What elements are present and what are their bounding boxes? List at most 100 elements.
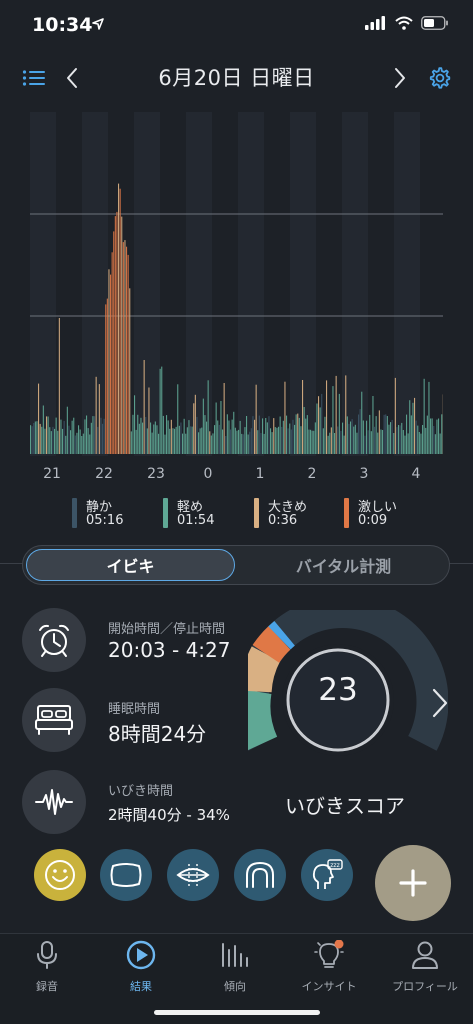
remedy-mouth-button[interactable] xyxy=(167,849,219,901)
chart-bar xyxy=(422,425,424,454)
plus-icon xyxy=(399,869,427,897)
stat-value: 2時間40分 - 34% xyxy=(108,806,230,824)
chart-bar xyxy=(199,428,201,454)
remedy-mouthguard-button[interactable] xyxy=(234,849,286,901)
chart-bar xyxy=(186,427,188,454)
chart-bar xyxy=(222,429,224,454)
chart-bar xyxy=(78,425,80,454)
chart-bar xyxy=(38,383,40,454)
chart-bar xyxy=(191,426,193,454)
snore-timeline-chart xyxy=(30,112,443,456)
chevron-right-icon xyxy=(395,68,405,88)
chart-bar xyxy=(126,246,128,454)
chart-bar xyxy=(247,434,249,454)
tab-results[interactable]: 結果 xyxy=(96,940,186,1000)
chart-bar xyxy=(298,417,300,454)
chart-bar xyxy=(92,416,94,454)
chart-bar xyxy=(367,430,369,454)
chart-bar xyxy=(383,414,385,454)
chart-bar xyxy=(158,433,160,454)
chart-bar xyxy=(52,426,54,454)
head-zzz-icon: zzz xyxy=(312,859,343,889)
chart-bar xyxy=(103,418,105,454)
chart-bar xyxy=(217,420,219,454)
chart-bar xyxy=(70,430,72,454)
chart-bar xyxy=(212,433,214,454)
chart-bar xyxy=(60,419,62,454)
chart-bar xyxy=(228,420,230,454)
chart-bar xyxy=(258,415,260,454)
home-indicator xyxy=(154,1010,320,1015)
snore-score-gauge[interactable]: 23 xyxy=(236,596,449,760)
chart-bar xyxy=(418,432,420,454)
tab-trends[interactable]: 傾向 xyxy=(190,940,280,1000)
chart-bar xyxy=(106,298,108,454)
chart-bar xyxy=(82,433,84,454)
location-arrow-icon xyxy=(92,18,104,30)
chart-bar xyxy=(262,418,264,454)
chart-bar xyxy=(382,430,384,454)
chart-hour-band xyxy=(134,112,160,456)
chart-bar xyxy=(441,414,443,454)
chart-bar xyxy=(42,405,44,454)
chart-bar xyxy=(170,419,172,454)
svg-text:zzz: zzz xyxy=(330,862,339,869)
chart-bar xyxy=(394,377,396,454)
chart-bar xyxy=(415,420,417,454)
chart-bar xyxy=(434,434,436,454)
chart-bar xyxy=(134,395,136,454)
add-remedy-button[interactable] xyxy=(375,845,451,921)
chart-bar xyxy=(162,415,164,454)
chart-bar xyxy=(174,428,176,454)
chart-bar xyxy=(406,414,408,454)
chart-bar xyxy=(319,407,321,454)
chart-bar xyxy=(294,424,296,454)
chart-bar xyxy=(353,426,355,454)
remedy-smiley-button[interactable] xyxy=(34,849,86,901)
x-tick-label: 3 xyxy=(359,466,369,482)
chart-bar xyxy=(359,409,361,454)
chart-bar xyxy=(207,380,209,454)
x-tick-label: 21 xyxy=(43,466,61,482)
chart-bar xyxy=(236,430,238,454)
chart-bar xyxy=(313,430,315,454)
chart-bar xyxy=(242,434,244,454)
chart-bar xyxy=(202,398,204,454)
chart-bar xyxy=(332,386,334,454)
legend-value: 0:09 xyxy=(358,513,388,528)
chart-bar xyxy=(324,416,326,454)
chart-bar xyxy=(343,435,345,454)
legend-swatch-light xyxy=(163,498,168,528)
chart-bar xyxy=(306,415,308,454)
tab-record[interactable]: 録音 xyxy=(2,940,92,1000)
settings-button[interactable] xyxy=(422,60,458,96)
nav-header: 6月20日 日曜日 xyxy=(0,52,473,102)
tab-profile[interactable]: プロフィール xyxy=(380,940,470,1000)
remedy-pillow-button[interactable] xyxy=(100,849,152,901)
chart-bar xyxy=(196,416,198,454)
chevron-right-icon[interactable] xyxy=(428,686,452,720)
chart-bar xyxy=(132,414,134,454)
chart-bar xyxy=(250,428,252,454)
chart-bar xyxy=(33,423,35,454)
tab-vitals[interactable]: バイタル計測 xyxy=(239,549,448,581)
chart-bar xyxy=(370,431,372,454)
chart-bar xyxy=(393,433,395,454)
chart-bar xyxy=(268,416,270,454)
tab-snoring[interactable]: イビキ xyxy=(26,549,235,581)
chart-bar xyxy=(142,422,144,454)
chart-bar xyxy=(284,381,286,454)
chart-bar xyxy=(223,383,225,454)
chart-bar xyxy=(322,428,324,454)
tab-insights[interactable]: インサイト xyxy=(284,940,374,1000)
chart-bar xyxy=(281,426,283,454)
chart-bar xyxy=(148,387,150,454)
next-day-button[interactable] xyxy=(382,60,418,96)
chart-bar xyxy=(100,417,102,454)
legend-swatch-quiet xyxy=(72,498,77,528)
remedy-sleep-position-button[interactable]: zzz xyxy=(301,849,353,901)
chart-bar xyxy=(182,433,184,454)
stat-snore-time: いびき時間 2時間40分 - 34% xyxy=(22,770,262,834)
chart-bar xyxy=(183,418,185,454)
tab-label: 傾向 xyxy=(224,980,246,993)
